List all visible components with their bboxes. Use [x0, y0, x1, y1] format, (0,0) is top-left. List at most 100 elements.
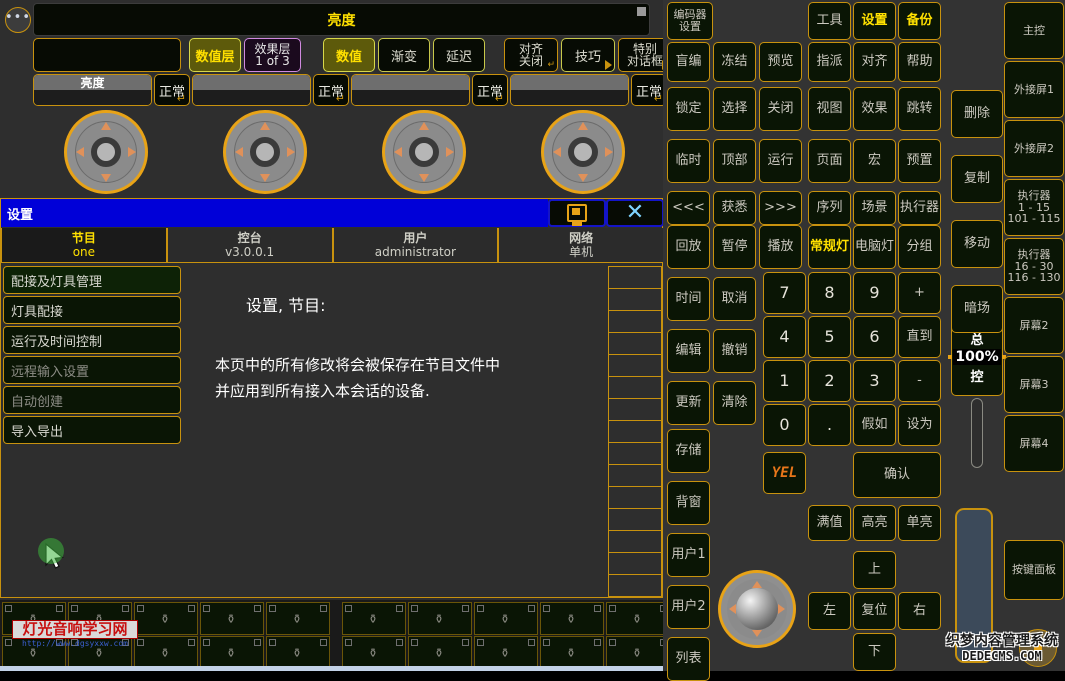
wing-button-时间[interactable]: 时间 — [667, 277, 710, 321]
dialog-tab-网络[interactable]: 网络 单机 — [498, 228, 664, 263]
dialog-side-segment-0[interactable] — [609, 267, 661, 289]
wing-button-获悉[interactable]: 获悉 — [713, 191, 756, 225]
wing-button-移动[interactable]: 移动 — [951, 220, 1003, 268]
wing-button-用户2[interactable]: 用户2 — [667, 585, 710, 629]
fader-button[interactable]: ⚱ — [606, 602, 670, 635]
wing-button-删除[interactable]: 删除 — [951, 90, 1003, 138]
wing-button-帮助[interactable]: 帮助 — [898, 42, 941, 82]
dialog-side-segment-1[interactable] — [609, 289, 661, 311]
wing-button-用户1[interactable]: 用户1 — [667, 533, 710, 577]
keypad-button-8[interactable]: 8 — [808, 272, 851, 314]
wing-button-场景[interactable]: 场景 — [853, 191, 896, 225]
wing-button-存储[interactable]: 存储 — [667, 429, 710, 473]
wing-button-执行器-4[interactable]: 执行器 16 - 30 116 - 130 — [1004, 238, 1064, 295]
dialog-side-segment-3[interactable] — [609, 333, 661, 355]
wing-button-暂停[interactable]: 暂停 — [713, 225, 756, 269]
wing-button-对齐[interactable]: 对齐 — [853, 42, 896, 82]
wing-button-主控-0[interactable]: 主控 — [1004, 2, 1064, 59]
keypad-button-4[interactable]: 4 — [763, 316, 806, 358]
wing-button-单亮[interactable]: 单亮 — [898, 505, 941, 541]
executor-label-4[interactable] — [510, 74, 629, 106]
toolbar-button-6-对齐[interactable]: 对齐 关闭 ↵ — [504, 38, 558, 72]
wing-button-备份[interactable]: 备份 — [898, 2, 941, 40]
wing-button-临时[interactable]: 临时 — [667, 139, 710, 183]
dpad-up-button[interactable]: 上 — [853, 551, 896, 589]
keypad-button-7[interactable]: 7 — [763, 272, 806, 314]
keypad-button-6[interactable]: 6 — [853, 316, 896, 358]
wing-button-播放[interactable]: 播放 — [759, 225, 802, 269]
confirm-button[interactable]: 确认 — [853, 452, 941, 498]
encoder-wheel-3[interactable] — [382, 110, 466, 194]
dialog-side-segment-4[interactable] — [609, 355, 661, 377]
keypad-button-1[interactable]: 1 — [763, 360, 806, 402]
toolbar-button-4-渐变[interactable]: 渐变 — [378, 38, 430, 72]
keypad-button-2[interactable]: 2 — [808, 360, 851, 402]
fader-button[interactable]: ⚱ — [266, 636, 330, 669]
yel-logo-button[interactable]: YEL — [763, 452, 806, 494]
fader-button[interactable]: ⚱ — [342, 602, 406, 635]
wing-button-外接屏2-2[interactable]: 外接屏2 — [1004, 120, 1064, 177]
settings-menu-item-0[interactable]: 配接及灯具管理 — [3, 266, 181, 294]
executor-mode-2[interactable]: 正常 ↵ — [313, 74, 349, 106]
more-options-button[interactable]: ••• — [5, 7, 31, 33]
toolbar-button-0-blank[interactable] — [33, 38, 181, 72]
dialog-side-segment-12[interactable] — [609, 531, 661, 553]
dialog-side-segment-5[interactable] — [609, 377, 661, 399]
wing-button-更新[interactable]: 更新 — [667, 381, 710, 425]
wing-button-页面[interactable]: 页面 — [808, 139, 851, 183]
dialog-side-strip[interactable] — [608, 266, 662, 597]
trackball[interactable] — [718, 570, 796, 648]
wing-button-运行[interactable]: 运行 — [759, 139, 802, 183]
fader-button[interactable]: ⚱ — [408, 602, 472, 635]
wing-button-撤销[interactable]: 撤销 — [713, 329, 756, 373]
wing-button-屏幕2-5[interactable]: 屏幕2 — [1004, 297, 1064, 354]
dialog-side-segment-2[interactable] — [609, 311, 661, 333]
wing-button-背窗[interactable]: 背窗 — [667, 481, 710, 525]
wing-button-执行器[interactable]: 执行器 — [898, 191, 941, 225]
wing-button-顶部[interactable]: 顶部 — [713, 139, 756, 183]
wing-button-序列[interactable]: 序列 — [808, 191, 851, 225]
wing-button->>>[interactable]: >>> — [759, 191, 802, 225]
wing-button-工具[interactable]: 工具 — [808, 2, 851, 40]
wing-button-跳转[interactable]: 跳转 — [898, 87, 941, 131]
settings-menu-item-5[interactable]: 导入导出 — [3, 416, 181, 444]
wing-button-<<<[interactable]: <<< — [667, 191, 710, 225]
keypad-button-5[interactable]: 5 — [808, 316, 851, 358]
dialog-side-segment-9[interactable] — [609, 465, 661, 487]
toolbar-button-7-技巧[interactable]: 技巧 — [561, 38, 615, 72]
wing-button-盲编[interactable]: 盲编 — [667, 42, 710, 82]
keypad-button-3[interactable]: 3 — [853, 360, 896, 402]
toolbar-button-5-延迟[interactable]: 延迟 — [433, 38, 485, 72]
keypad-button-.[interactable]: . — [808, 404, 851, 446]
executor-mode-1[interactable]: 正常 ↵ — [154, 74, 190, 106]
executor-label-2[interactable] — [192, 74, 311, 106]
settings-menu-item-1[interactable]: 灯具配接 — [3, 296, 181, 324]
executor-label-3[interactable] — [351, 74, 470, 106]
wing-button-预置[interactable]: 预置 — [898, 139, 941, 183]
executor-mode-3[interactable]: 正常 ↵ — [472, 74, 508, 106]
monitor-icon-button[interactable] — [548, 199, 606, 227]
settings-menu-item-2[interactable]: 运行及时间控制 — [3, 326, 181, 354]
keypad-button--[interactable]: - — [898, 360, 941, 402]
fader-button[interactable]: ⚱ — [200, 602, 264, 635]
keypad-button-直到[interactable]: 直到 — [898, 316, 941, 358]
fader-button[interactable]: ⚱ — [200, 636, 264, 669]
wing-button-宏[interactable]: 宏 — [853, 139, 896, 183]
dialog-side-segment-11[interactable] — [609, 509, 661, 531]
dialog-side-segment-10[interactable] — [609, 487, 661, 509]
toolbar-button-1-数值层[interactable]: 数值层 — [189, 38, 241, 72]
wing-button-外接屏1-1[interactable]: 外接屏1 — [1004, 61, 1064, 118]
dialog-side-segment-14[interactable] — [609, 575, 661, 597]
wing-button-回放[interactable]: 回放 — [667, 225, 710, 269]
wing-button-常规灯[interactable]: 常规灯 — [808, 225, 851, 269]
dialog-side-segment-7[interactable] — [609, 421, 661, 443]
fader-button[interactable]: ⚱ — [408, 636, 472, 669]
fader-button[interactable]: ⚱ — [266, 602, 330, 635]
keypad-button-9[interactable]: 9 — [853, 272, 896, 314]
dialog-side-segment-8[interactable] — [609, 443, 661, 465]
dialog-side-segment-6[interactable] — [609, 399, 661, 421]
wing-button-执行器-3[interactable]: 执行器 1 - 15 101 - 115 — [1004, 179, 1064, 236]
wing-button-满值[interactable]: 满值 — [808, 505, 851, 541]
wing-button-锁定[interactable]: 锁定 — [667, 87, 710, 131]
encoder-wheel-1[interactable] — [64, 110, 148, 194]
